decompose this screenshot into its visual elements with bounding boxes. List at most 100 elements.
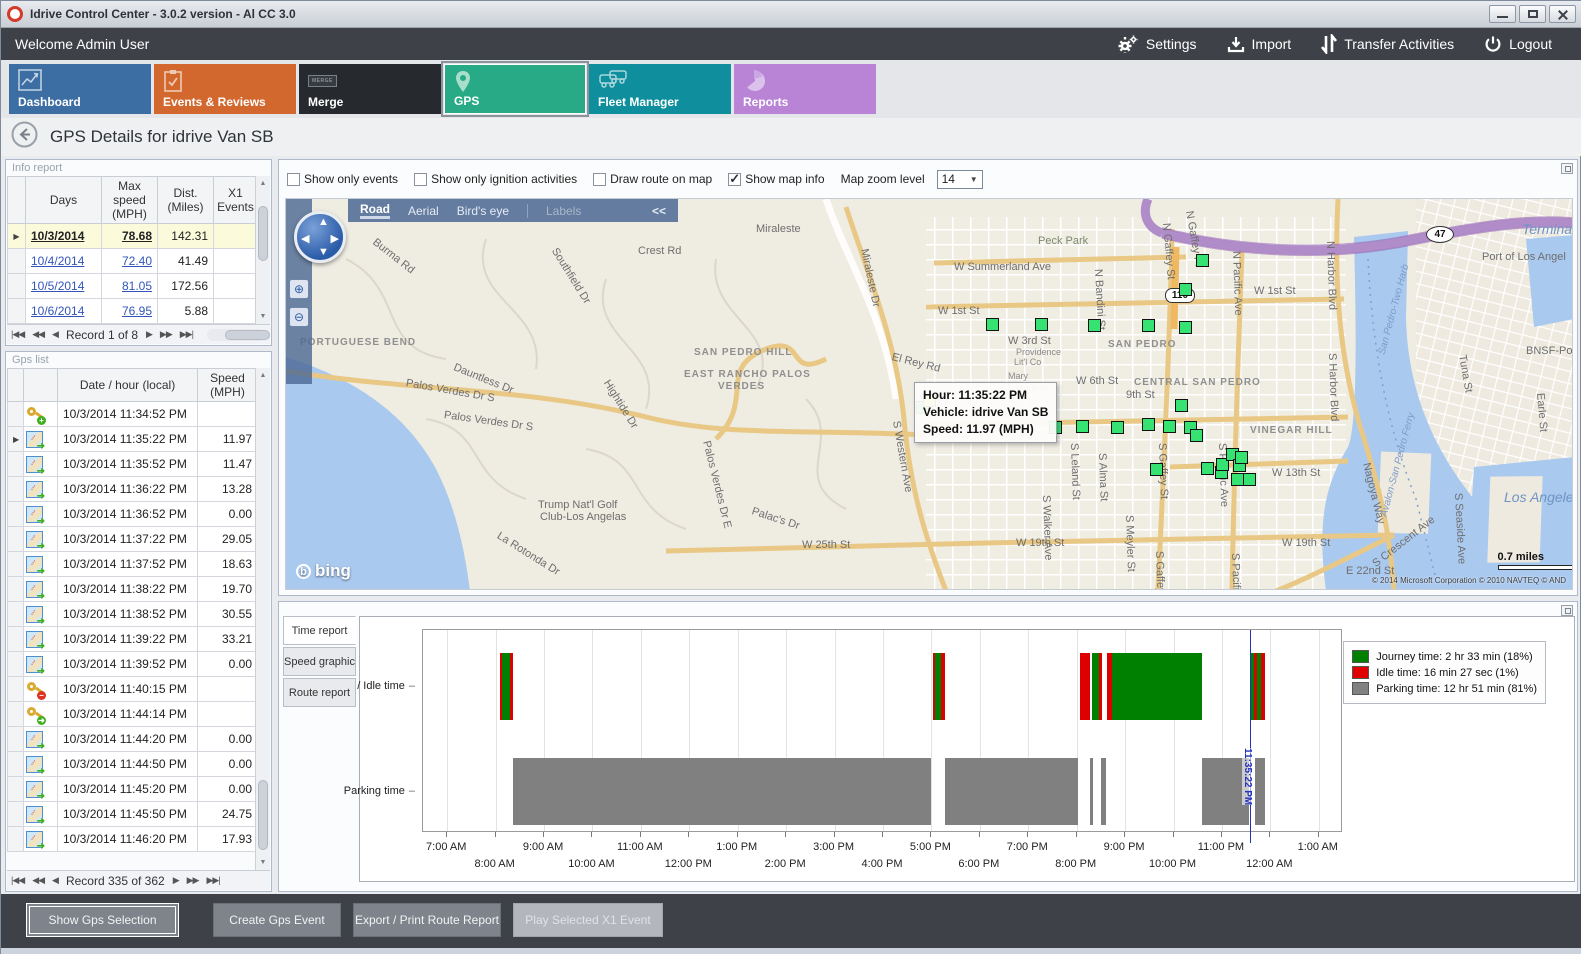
gps-row[interactable]: 10/3/2014 11:38:52 PM30.55: [8, 602, 258, 627]
gps-row[interactable]: 10/3/2014 11:44:20 PM0.00: [8, 727, 258, 752]
show-gps-selection-button[interactable]: Show Gps Selection: [26, 903, 179, 937]
gps-row[interactable]: 10/3/2014 11:35:52 PM11.47: [8, 452, 258, 477]
gps-marker[interactable]: [1235, 451, 1248, 464]
gps-row[interactable]: ▶10/3/2014 11:35:22 PM11.97: [8, 427, 258, 452]
col-header-date[interactable]: Date / hour (local): [58, 369, 198, 402]
export-print-route-report-button[interactable]: Export / Print Route Report: [353, 903, 501, 937]
gps-row[interactable]: +10/3/2014 11:34:52 PM: [8, 402, 258, 427]
info-report-pager[interactable]: |◀◀◀◀◀ Record 1 of 8 ▶▶▶▶▶|: [7, 324, 270, 344]
nav-tile-reports[interactable]: Reports: [734, 64, 876, 114]
nav-tile-dashboard[interactable]: Dashboard: [9, 64, 151, 114]
gps-row[interactable]: 10/3/2014 11:36:22 PM13.28: [8, 477, 258, 502]
scroll-down-icon[interactable]: ▼: [256, 313, 270, 320]
gps-row[interactable]: 10/3/2014 11:38:22 PM19.70: [8, 577, 258, 602]
day-link[interactable]: 10/3/2014: [31, 229, 84, 243]
gps-marker[interactable]: [1088, 319, 1101, 332]
gps-row[interactable]: −10/3/2014 11:40:15 PM: [8, 677, 258, 702]
max-speed-link[interactable]: 78.68: [122, 229, 152, 243]
max-speed-link[interactable]: 81.05: [122, 279, 152, 293]
close-button[interactable]: [1549, 5, 1576, 23]
col-header-0[interactable]: Days: [26, 177, 102, 224]
gps-marker[interactable]: [1179, 321, 1192, 334]
checkbox-show-only-events[interactable]: Show only events: [287, 172, 398, 186]
checkbox-show-only-ignition-activities[interactable]: Show only ignition activities: [414, 172, 577, 186]
day-link[interactable]: 10/4/2014: [31, 254, 84, 268]
gps-marker[interactable]: [1142, 319, 1155, 332]
gps-row[interactable]: 10/3/2014 11:45:50 PM24.75: [8, 802, 258, 827]
tab-speed-graphic[interactable]: Speed graphic: [283, 647, 356, 676]
gps-row[interactable]: 10/3/2014 11:44:50 PM0.00: [8, 752, 258, 777]
topbar-action-transfer-activities[interactable]: Transfer Activities: [1321, 34, 1454, 54]
map-zoom-out-button[interactable]: ⊖: [289, 307, 309, 327]
max-speed-link[interactable]: 76.95: [122, 304, 152, 318]
map-mode-road[interactable]: Road: [360, 202, 390, 219]
gps-marker[interactable]: [1035, 318, 1048, 331]
minimize-button[interactable]: [1489, 5, 1516, 23]
gps-marker[interactable]: [1111, 421, 1124, 434]
tab-time-report[interactable]: Time report: [283, 616, 356, 645]
info-report-vscrollbar[interactable]: ▲▼: [255, 176, 270, 324]
gps-marker[interactable]: [1076, 420, 1089, 433]
checkbox-box[interactable]: [593, 173, 606, 186]
scroll-thumb[interactable]: [258, 206, 268, 261]
nav-tile-fleet-manager[interactable]: Fleet Manager: [589, 64, 731, 114]
col-header-3[interactable]: X1 Events: [214, 177, 258, 224]
gps-marker[interactable]: [1179, 283, 1192, 296]
table-row[interactable]: 10/4/201472.4041.49: [8, 249, 258, 274]
gps-row[interactable]: 10/3/2014 11:37:52 PM18.63: [8, 552, 258, 577]
scroll-down-icon[interactable]: ▼: [256, 859, 270, 866]
create-gps-event-button[interactable]: Create Gps Event: [213, 903, 341, 937]
map-zoom-in-button[interactable]: ⊕: [289, 279, 309, 299]
checkbox-box[interactable]: [414, 173, 427, 186]
gps-marker[interactable]: [1142, 418, 1155, 431]
info-report-hscrollbar[interactable]: [207, 329, 266, 341]
max-speed-link[interactable]: 72.40: [122, 254, 152, 268]
gps-row[interactable]: 10/3/2014 11:45:20 PM0.00: [8, 777, 258, 802]
gps-marker[interactable]: [1196, 254, 1209, 267]
gps-marker[interactable]: [1201, 462, 1214, 475]
tab-route-report[interactable]: Route report: [283, 678, 356, 707]
gps-marker[interactable]: [1175, 399, 1188, 412]
nav-tile-merge[interactable]: MERGEMerge: [299, 64, 441, 114]
topbar-action-import[interactable]: Import: [1227, 35, 1292, 53]
gps-list-pager[interactable]: |◀◀◀◀◀ Record 335 of 362 ▶▶▶▶▶|: [7, 870, 270, 890]
checkbox-draw-route-on-map[interactable]: Draw route on map: [593, 172, 712, 186]
maximize-button[interactable]: [1519, 5, 1546, 23]
map-panel-collapse-button[interactable]: [1561, 163, 1573, 174]
table-row[interactable]: 10/6/201476.955.88: [8, 299, 258, 324]
checkbox-box[interactable]: [728, 173, 741, 186]
chart-panel-collapse-button[interactable]: [1561, 605, 1573, 616]
col-header-1[interactable]: Max speed (MPH): [102, 177, 158, 224]
day-link[interactable]: 10/5/2014: [31, 279, 84, 293]
topbar-action-logout[interactable]: Logout: [1484, 35, 1552, 53]
table-row[interactable]: 10/5/201481.05172.56: [8, 274, 258, 299]
gps-marker[interactable]: [1190, 429, 1203, 442]
gps-row[interactable]: ➜10/3/2014 11:44:14 PM: [8, 702, 258, 727]
gps-row[interactable]: 10/3/2014 11:46:20 PM17.93: [8, 827, 258, 852]
gps-marker[interactable]: [1150, 463, 1163, 476]
gps-marker[interactable]: [1163, 420, 1176, 433]
scroll-up-icon[interactable]: ▲: [256, 180, 270, 187]
back-button[interactable]: [11, 121, 38, 153]
map-mode-aerial[interactable]: Aerial: [408, 204, 439, 218]
gps-row[interactable]: 10/3/2014 11:37:22 PM29.05: [8, 527, 258, 552]
nav-tile-gps[interactable]: GPS: [444, 64, 586, 114]
gps-row[interactable]: 10/3/2014 11:39:52 PM0.00: [8, 652, 258, 677]
map-canvas[interactable]: MiralesteMiraleste DrCrest RdPeck ParkW …: [285, 198, 1573, 590]
checkbox-show-map-info[interactable]: Show map info: [728, 172, 824, 186]
gps-row[interactable]: 10/3/2014 11:36:52 PM0.00: [8, 502, 258, 527]
scroll-thumb[interactable]: [258, 780, 268, 850]
col-header-speed[interactable]: Speed (MPH): [198, 369, 258, 402]
col-header-2[interactable]: Dist. (Miles): [158, 177, 214, 224]
map-bar-collapse-button[interactable]: <<: [652, 204, 666, 218]
gps-marker[interactable]: [986, 318, 999, 331]
map-zoom-level-dropdown[interactable]: 14▼: [937, 170, 983, 189]
scroll-up-icon[interactable]: ▲: [256, 372, 270, 379]
gps-marker[interactable]: [1243, 473, 1256, 486]
nav-tile-events-reviews[interactable]: Events & Reviews: [154, 64, 296, 114]
gps-row[interactable]: 10/3/2014 11:39:22 PM33.21: [8, 627, 258, 652]
day-link[interactable]: 10/6/2014: [31, 304, 84, 318]
gps-list-vscrollbar[interactable]: ▲▼: [255, 368, 270, 870]
checkbox-box[interactable]: [287, 173, 300, 186]
map-mode-labels[interactable]: Labels: [546, 204, 581, 218]
